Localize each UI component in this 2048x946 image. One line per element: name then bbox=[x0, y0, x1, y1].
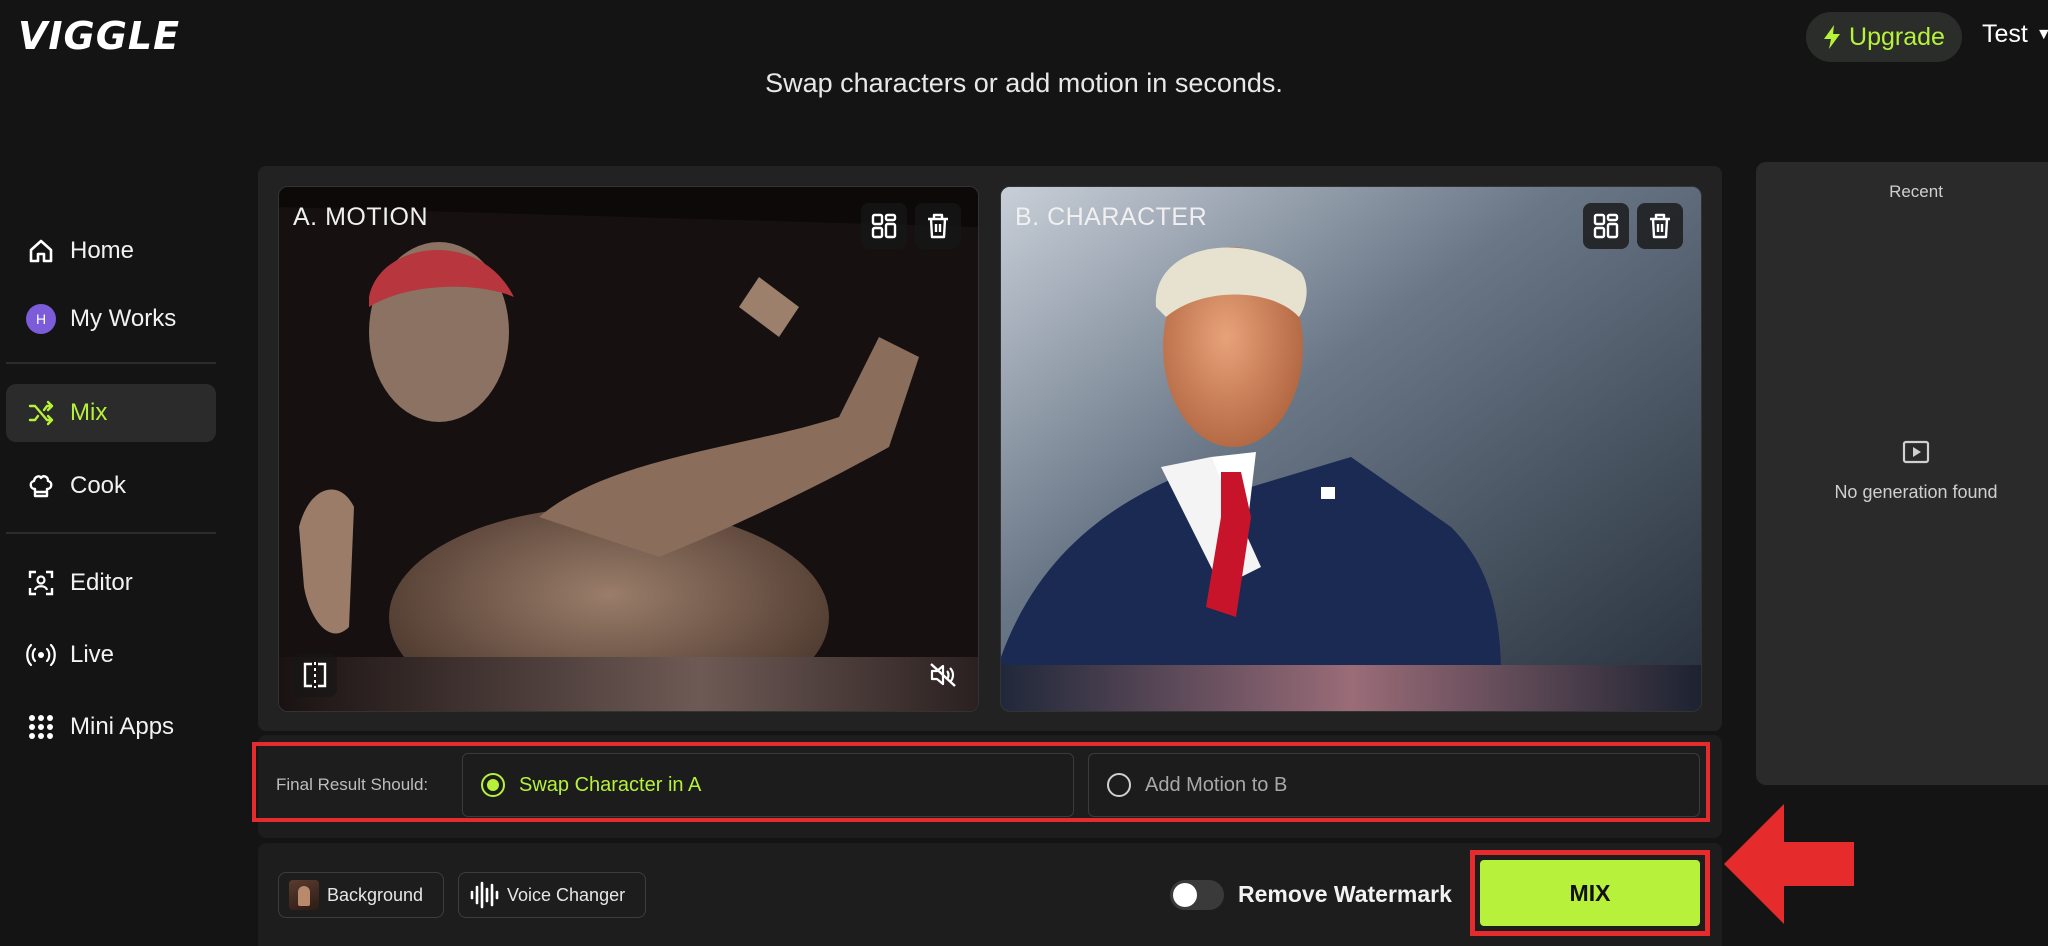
character-card-label: B. CHARACTER bbox=[1015, 203, 1208, 231]
recent-empty-state: No generation found bbox=[1834, 482, 1998, 502]
trash-icon bbox=[928, 213, 948, 239]
arrow-left-icon bbox=[1724, 804, 1854, 924]
layout-icon bbox=[1593, 213, 1619, 239]
remove-watermark-label: Remove Watermark bbox=[1238, 881, 1452, 907]
viggle-logo[interactable]: VIGGLE bbox=[18, 14, 180, 58]
delete-character-button[interactable] bbox=[1637, 203, 1683, 249]
avatar-letter: H bbox=[26, 304, 56, 334]
character-card[interactable]: B. CHARACTER bbox=[1000, 186, 1702, 712]
sidebar-item-label: Mini Apps bbox=[70, 713, 175, 740]
broadcast-icon bbox=[26, 640, 56, 670]
lightning-icon bbox=[1824, 25, 1841, 49]
mute-button[interactable] bbox=[921, 653, 965, 697]
upgrade-button[interactable]: Upgrade bbox=[1806, 12, 1962, 62]
grid-icon bbox=[26, 712, 56, 742]
voice-changer-label: Voice Changer bbox=[507, 884, 626, 905]
delete-motion-button[interactable] bbox=[915, 203, 961, 249]
result-highlight-box bbox=[252, 742, 1710, 822]
sidebar-item-mix[interactable]: Mix bbox=[6, 384, 216, 442]
sidebar-item-my-works[interactable]: H My Works bbox=[6, 290, 216, 348]
video-play-icon bbox=[1902, 440, 1930, 464]
sidebar-item-mini-apps[interactable]: Mini Apps bbox=[6, 698, 216, 756]
recent-title: Recent bbox=[1889, 182, 1943, 201]
sidebar-item-label: Editor bbox=[70, 569, 133, 596]
split-view-button[interactable] bbox=[293, 653, 337, 697]
motion-card[interactable]: A. MOTION bbox=[278, 186, 979, 712]
background-label: Background bbox=[327, 884, 424, 905]
trash-icon bbox=[1650, 213, 1670, 239]
sidebar-item-editor[interactable]: Editor bbox=[6, 554, 216, 612]
avatar: H bbox=[26, 304, 56, 334]
chef-hat-icon bbox=[26, 471, 56, 501]
layout-icon bbox=[871, 213, 897, 239]
character-image-preview bbox=[1001, 187, 1701, 711]
sidebar-item-label: Home bbox=[70, 237, 135, 264]
recent-panel bbox=[1756, 162, 2048, 785]
muted-speaker-icon bbox=[930, 663, 956, 687]
waveform-icon bbox=[470, 881, 499, 909]
upgrade-label: Upgrade bbox=[1849, 22, 1945, 51]
sidebar-item-label: Mix bbox=[70, 399, 108, 426]
chevron-down-icon: ▼ bbox=[2035, 25, 2048, 43]
background-button[interactable]: Background bbox=[278, 872, 444, 918]
home-icon bbox=[26, 236, 56, 266]
sidebar-item-label: My Works bbox=[70, 305, 177, 332]
motion-video-preview bbox=[279, 187, 978, 711]
sidebar-item-label: Live bbox=[70, 641, 115, 668]
template-button[interactable] bbox=[861, 203, 907, 249]
user-menu[interactable]: Test ▼ bbox=[1982, 20, 2048, 49]
sidebar-item-live[interactable]: Live bbox=[6, 626, 216, 684]
user-name: Test bbox=[1982, 20, 2028, 48]
sidebar-item-label: Cook bbox=[70, 472, 127, 499]
sidebar-item-home[interactable]: Home bbox=[6, 222, 216, 280]
remove-watermark-toggle[interactable] bbox=[1170, 880, 1224, 910]
voice-changer-button[interactable]: Voice Changer bbox=[458, 872, 646, 918]
sidebar-divider bbox=[6, 362, 216, 364]
sidebar-divider bbox=[6, 532, 216, 534]
background-thumbnail bbox=[289, 880, 319, 910]
sidebar-item-cook[interactable]: Cook bbox=[6, 457, 216, 515]
page-tagline: Swap characters or add motion in seconds… bbox=[765, 68, 1283, 98]
template-button[interactable] bbox=[1583, 203, 1629, 249]
editor-icon bbox=[26, 568, 56, 598]
mix-button[interactable]: MIX bbox=[1480, 860, 1700, 926]
motion-card-label: A. MOTION bbox=[293, 203, 429, 231]
shuffle-icon bbox=[26, 398, 56, 428]
split-view-icon bbox=[303, 662, 327, 688]
